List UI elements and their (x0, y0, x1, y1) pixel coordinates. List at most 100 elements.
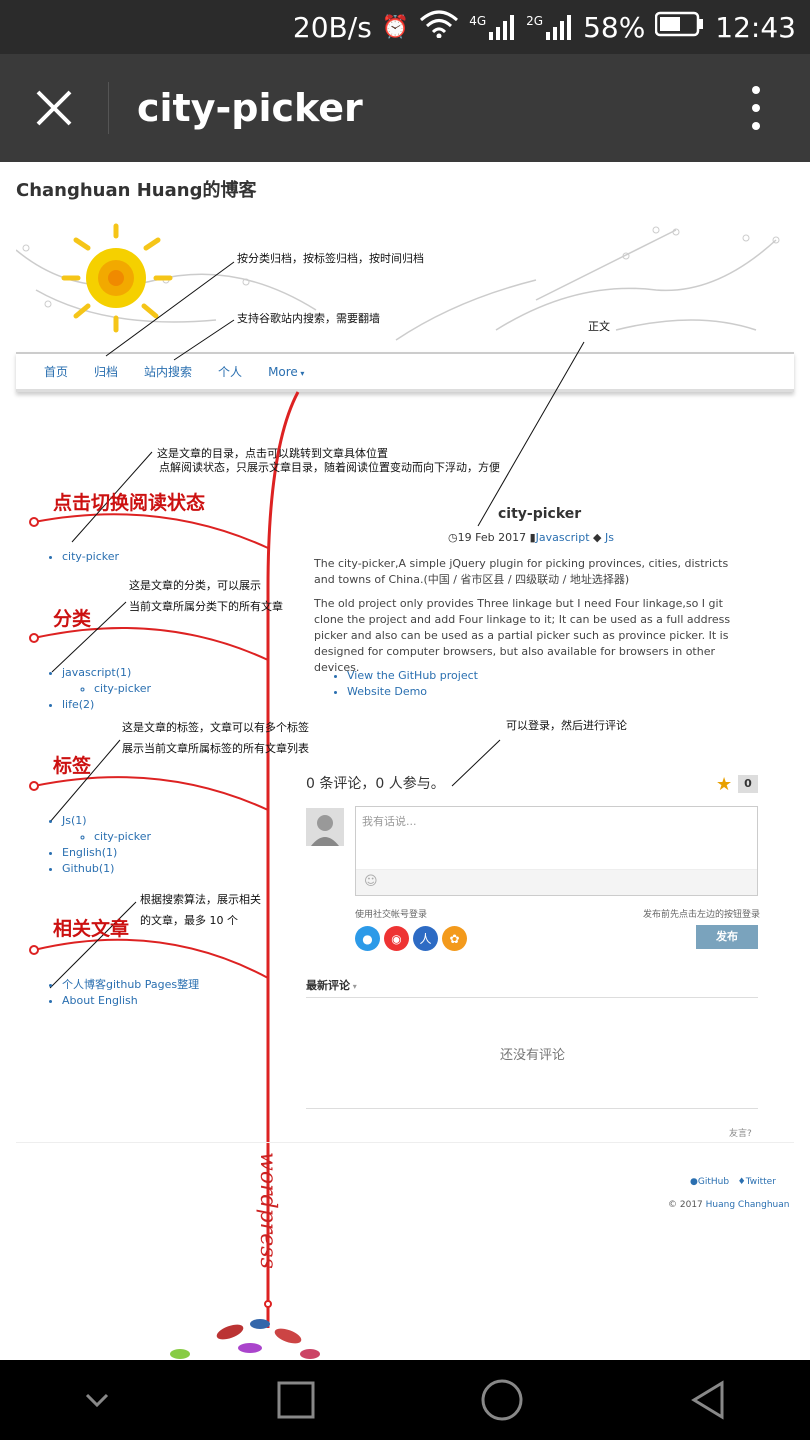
star-count-badge: 0 (738, 775, 758, 793)
renren-icon[interactable]: 人 (413, 926, 438, 951)
tag-sub-item[interactable]: city-picker (94, 829, 151, 845)
network-4g-label: 4G (469, 14, 487, 28)
comment-toolbar (356, 869, 757, 895)
post-tag-link[interactable]: Js (605, 531, 614, 544)
annotation-cat-1: 这是文章的分类，可以展示 (129, 579, 261, 592)
post-date: 19 Feb 2017 (457, 531, 527, 544)
comment-count-heading: 0 条评论，0 人参与。 (306, 776, 445, 792)
divider (306, 1108, 758, 1109)
footer-links: ●GitHub ♦Twitter (690, 1177, 776, 1187)
chevron-down-icon[interactable] (82, 1385, 112, 1415)
annotation-related-1: 根据搜索算法，展示相关 (140, 893, 261, 906)
website-demo-link[interactable]: Website Demo (347, 684, 478, 700)
related-heading: 相关文章 (53, 918, 130, 940)
home-icon[interactable] (480, 1378, 524, 1422)
network-2g-label: 2G (526, 14, 544, 28)
divider (16, 1142, 794, 1143)
related-item[interactable]: About English (62, 993, 199, 1009)
toc-heading[interactable]: 点击切换阅读状态 (53, 488, 205, 515)
web-content[interactable]: Changhuan Huang的博客 首页 归档 站内搜索 个人 More ▾ (0, 162, 810, 1360)
battery-percent: 58% (583, 10, 646, 44)
github-icon: ● (690, 1177, 698, 1187)
more-dot-icon (752, 104, 760, 112)
twitter-icon: ♦ (737, 1177, 746, 1187)
clock-icon: ◷ (448, 531, 458, 544)
battery-icon (655, 11, 705, 44)
github-project-link[interactable]: View the GitHub project (347, 668, 478, 684)
more-dot-icon (752, 86, 760, 94)
close-icon (36, 90, 72, 126)
post-meta: ◷19 Feb 2017 ▮Javascript ◆ Js (448, 531, 614, 544)
author-link[interactable]: Huang Changhuan (706, 1200, 790, 1210)
user-avatar-icon (311, 815, 339, 846)
related-list: 个人博客github Pages整理 About English (48, 977, 199, 1009)
annotation-tag-2: 展示当前文章所属标签的所有文章列表 (122, 742, 309, 755)
divider (306, 997, 758, 998)
post-title: city-picker (498, 506, 582, 522)
youyan-brand-link[interactable]: 友言? (729, 1126, 752, 1139)
weibo-icon[interactable]: ◉ (384, 926, 409, 951)
douban-icon[interactable]: ✿ (442, 926, 467, 951)
annotation-search: 支持谷歌站内搜索，需要翻墙 (237, 312, 380, 325)
annotation-archive: 按分类归档，按标签归档，按时间归档 (237, 252, 424, 265)
copyright: © 2017 Huang Changhuan (668, 1200, 789, 1210)
avatar (306, 808, 344, 846)
annotation-cat-2: 当前文章所属分类下的所有文章 (129, 600, 283, 613)
decoration-splash (170, 1319, 320, 1359)
more-options-button[interactable] (726, 54, 786, 162)
status-bar: 20B/s ⏰ 4G 2G 58% 12:43 (0, 0, 810, 54)
social-login-buttons: ● ◉ 人 ✿ (355, 926, 467, 951)
comment-box[interactable]: 我有话说... ☺ (355, 806, 758, 896)
system-nav-bar (0, 1360, 810, 1440)
more-dot-icon (752, 122, 760, 130)
signal-2g-icon: 2G (526, 14, 573, 40)
star-icon[interactable]: ★ (716, 774, 732, 795)
footer-twitter-link[interactable]: Twitter (746, 1177, 776, 1187)
post-category-link[interactable]: Javascript (536, 531, 590, 544)
copyright-text: © 2017 (668, 1200, 703, 1210)
qq-icon[interactable]: ● (355, 926, 380, 951)
tag-item[interactable]: Github(1) (62, 861, 151, 877)
category-heading: 分类 (53, 608, 92, 630)
back-icon[interactable] (688, 1380, 728, 1420)
toc-item[interactable]: city-picker (62, 549, 119, 565)
wordpress-watermark: wordpress (255, 1152, 280, 1269)
annotation-toc-2: 点解阅读状态，只展示文章目录，随着阅读位置变动而向下浮动，方便 (159, 461, 500, 474)
login-hint: 发布前先点击左边的按钮登录 (643, 910, 761, 920)
category-item[interactable]: life(2) (62, 697, 151, 713)
toc-list: city-picker (48, 549, 119, 565)
net-speed: 20B/s (292, 10, 372, 44)
annotation-login: 可以登录，然后进行评论 (506, 719, 627, 732)
comment-input-placeholder[interactable]: 我有话说... (362, 813, 417, 829)
caret-down-icon: ▾ (350, 982, 357, 991)
category-item[interactable]: javascript(1) (62, 665, 151, 681)
footer-github-link[interactable]: GitHub (698, 1177, 729, 1187)
tag-heading: 标签 (53, 755, 92, 777)
page-title: city-picker (137, 86, 363, 130)
emoji-icon[interactable]: ☺ (364, 874, 378, 889)
close-button[interactable] (0, 54, 108, 162)
publish-button[interactable]: 发布 (696, 925, 758, 949)
annotation-tag-1: 这是文章的标签，文章可以有多个标签 (122, 721, 309, 734)
divider (108, 82, 109, 134)
tag-item[interactable]: English(1) (62, 845, 151, 861)
signal-4g-icon: 4G (469, 14, 516, 40)
category-sub-item[interactable]: city-picker (94, 681, 151, 697)
post-links: View the GitHub project Website Demo (333, 668, 478, 700)
category-list: javascript(1) city-picker life(2) (48, 665, 151, 713)
alarm-icon: ⏰ (381, 14, 410, 40)
annotation-body: 正文 (588, 320, 610, 333)
latest-comments-tab[interactable]: 最新评论 ▾ (306, 977, 357, 993)
clock: 12:43 (715, 10, 796, 44)
tag-item[interactable]: Js(1) (62, 813, 151, 829)
latest-comments-label: 最新评论 (306, 979, 350, 992)
related-item[interactable]: 个人博客github Pages整理 (62, 977, 199, 993)
post-paragraph-1: The city-picker,A simple jQuery plugin f… (314, 557, 729, 586)
post-paragraph-2: The old project only provides Three link… (314, 597, 731, 674)
annotation-toc-1: 这是文章的目录，点击可以跳转到文章具体位置 (157, 447, 388, 460)
tag-icon: ◆ (593, 531, 602, 544)
social-login-label: 使用社交帐号登录 (355, 910, 428, 920)
no-comments-text: 还没有评论 (500, 1048, 566, 1063)
app-bar: city-picker (0, 54, 810, 162)
recent-apps-icon[interactable] (276, 1380, 316, 1420)
